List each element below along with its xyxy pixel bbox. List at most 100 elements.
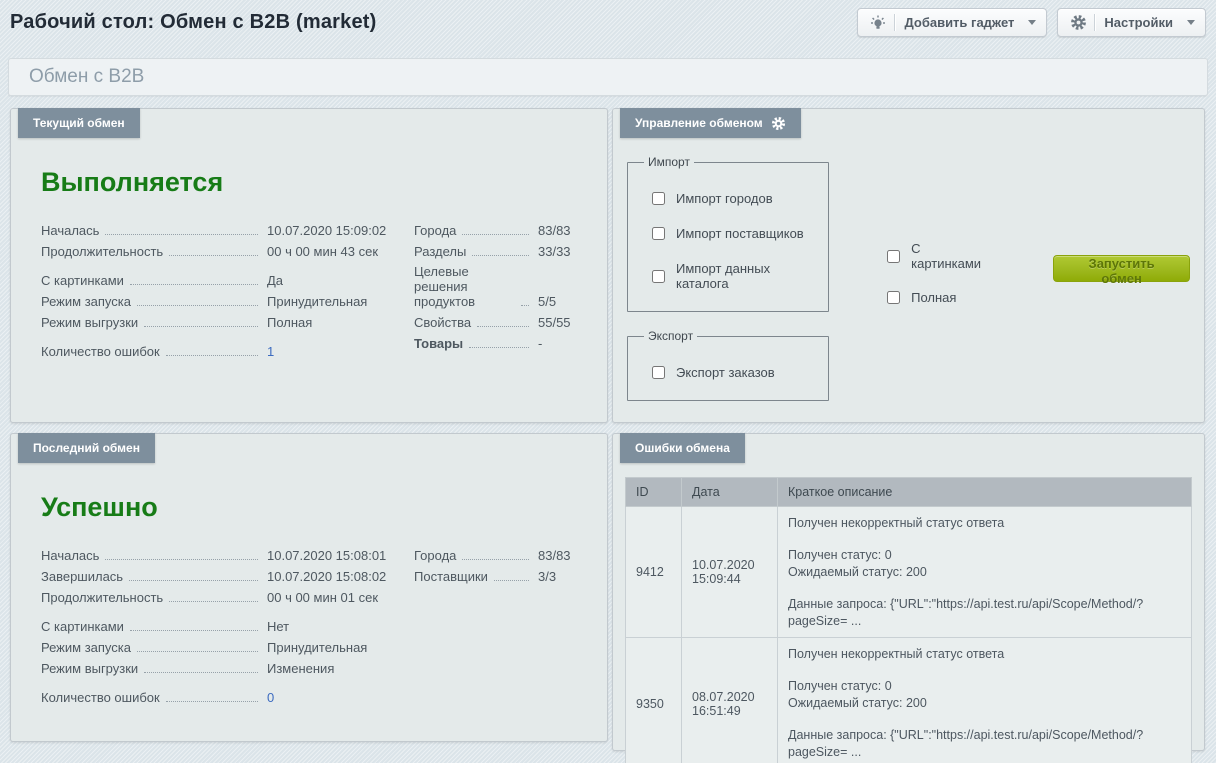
gadget-current-exchange: Текущий обмен Выполняется Началась 10.07…	[10, 108, 608, 423]
import-catalog-checkbox[interactable]	[652, 270, 665, 283]
detail-row: Режим запуска Принудительная	[41, 293, 414, 309]
page-title: Рабочий стол: Обмен с B2B (market)	[10, 8, 377, 34]
detail-row: Режим запуска Принудительная	[41, 639, 414, 655]
view-title-bar: Обмен с B2B	[8, 58, 1208, 96]
dotted-leader	[130, 284, 258, 285]
dotted-leader	[469, 347, 529, 348]
import-suppliers-checkbox[interactable]	[652, 227, 665, 240]
gadget-title: Управление обменом	[635, 116, 763, 130]
dotted-leader	[105, 559, 258, 560]
counter-row: Поставщики 3/3	[414, 568, 579, 584]
exchange-groups: Импорт Импорт городов Импорт поставщиков…	[627, 155, 829, 401]
detail-row: Режим выгрузки Полная	[41, 314, 414, 330]
checkbox-import-cities[interactable]: Импорт городов	[652, 191, 816, 206]
gadget-body: ID Дата Краткое описание 9412 10.07.2020…	[613, 464, 1204, 763]
dotted-leader	[477, 326, 529, 327]
checkbox-export-orders[interactable]: Экспорт заказов	[652, 365, 816, 380]
gadget-title: Последний обмен	[33, 441, 140, 455]
add-gadget-button[interactable]: Добавить гаджет	[857, 8, 1047, 37]
import-cities-checkbox[interactable]	[652, 192, 665, 205]
dotted-leader	[169, 601, 258, 602]
error-summary: Получен некорректный статус ответа	[788, 646, 1181, 663]
detail-row: Количество ошибок 1	[41, 343, 414, 359]
dotted-leader	[472, 255, 529, 256]
last-exchange-details: Началась 10.07.2020 15:08:01 Завершилась…	[41, 547, 414, 710]
column-header-id: ID	[626, 478, 682, 507]
dotted-leader	[166, 355, 258, 356]
run-exchange-button[interactable]: Запустить обмен	[1053, 255, 1190, 282]
error-description-cell: Получен некорректный статус ответа Получ…	[778, 638, 1192, 763]
error-description-cell: Получен некорректный статус ответа Получ…	[778, 507, 1192, 638]
settings-label: Настройки	[1104, 15, 1183, 30]
settings-button[interactable]: Настройки	[1057, 8, 1206, 37]
detail-row: Завершилась 10.07.2020 15:08:02	[41, 568, 414, 584]
error-status-expected: Ожидаемый статус: 200	[788, 695, 1181, 712]
error-status-received: Получен статус: 0	[788, 678, 1181, 695]
gadget-exchange-control: Управление обменом Импорт Импорт городов	[612, 108, 1205, 423]
dotted-leader	[462, 234, 529, 235]
error-count-link[interactable]: 0	[263, 690, 414, 705]
gadget-body: Успешно Началась 10.07.2020 15:08:01 Зав…	[11, 464, 607, 724]
dotted-leader	[521, 305, 529, 306]
full-checkbox[interactable]	[887, 291, 900, 304]
gadget-current-exchange-header[interactable]: Текущий обмен	[18, 108, 140, 138]
error-request-data: Данные запроса: {"URL":"https://api.test…	[788, 727, 1181, 761]
counter-row: Города 83/83	[414, 222, 579, 238]
detail-row: Продолжительность 00 ч 00 мин 43 сек	[41, 243, 414, 259]
dotted-leader	[169, 255, 258, 256]
errors-table-header-row: ID Дата Краткое описание	[626, 478, 1192, 507]
last-exchange-status: Успешно	[41, 492, 587, 523]
error-status-expected: Ожидаемый статус: 200	[788, 564, 1181, 581]
current-exchange-details: Началась 10.07.2020 15:09:02 Продолжител…	[41, 222, 414, 364]
counter-row: Целевые решения продуктов 5/5	[414, 264, 579, 309]
checkbox-import-catalog[interactable]: Импорт данных каталога	[652, 261, 816, 291]
export-group: Экспорт Экспорт заказов	[627, 329, 829, 401]
counter-row: Свойства 55/55	[414, 314, 579, 330]
error-id-cell: 9412	[626, 507, 682, 638]
error-date-cell: 08.07.2020 16:51:49	[682, 638, 778, 763]
error-summary: Получен некорректный статус ответа	[788, 515, 1181, 532]
checkbox-with-images[interactable]: С картинками	[887, 241, 987, 271]
error-table-row: 9412 10.07.2020 15:09:44 Получен некорре…	[626, 507, 1192, 638]
dotted-leader	[462, 559, 529, 560]
export-group-legend: Экспорт	[644, 329, 697, 343]
gadget-exchange-errors-header[interactable]: Ошибки обмена	[620, 433, 745, 463]
topbar: Рабочий стол: Обмен с B2B (market) Доб	[0, 0, 1216, 58]
button-divider	[894, 14, 895, 31]
error-request-data: Данные запроса: {"URL":"https://api.test…	[788, 596, 1181, 630]
counter-row: Города 83/83	[414, 547, 579, 563]
checkbox-import-suppliers[interactable]: Импорт поставщиков	[652, 226, 816, 241]
dotted-leader	[144, 326, 258, 327]
gadget-last-exchange-header[interactable]: Последний обмен	[18, 433, 155, 463]
export-orders-checkbox[interactable]	[652, 366, 665, 379]
topbar-buttons: Добавить гаджет Настройки	[857, 8, 1206, 37]
gadget-body: Выполняется Началась 10.07.2020 15:09:02…	[11, 139, 607, 378]
column-header-date: Дата	[682, 478, 778, 507]
error-table-row: 9350 08.07.2020 16:51:49 Получен некорре…	[626, 638, 1192, 763]
detail-row: Началась 10.07.2020 15:08:01	[41, 547, 414, 563]
dotted-leader	[137, 651, 258, 652]
run-button-area: Запустить обмен	[1053, 155, 1190, 401]
detail-row: Количество ошибок 0	[41, 689, 414, 705]
detail-row: С картинками Нет	[41, 618, 414, 634]
import-group: Импорт Импорт городов Импорт поставщиков…	[627, 155, 829, 312]
checkbox-full[interactable]: Полная	[887, 290, 987, 305]
dotted-leader	[105, 234, 258, 235]
detail-row: Режим выгрузки Изменения	[41, 660, 414, 676]
gadget-exchange-errors: Ошибки обмена ID Дата Краткое описание 9…	[612, 433, 1205, 751]
error-date-cell: 10.07.2020 15:09:44	[682, 507, 778, 638]
gadget-title: Ошибки обмена	[635, 441, 730, 455]
dotted-leader	[137, 305, 258, 306]
detail-row: Продолжительность 00 ч 00 мин 01 сек	[41, 589, 414, 605]
view-title: Обмен с B2B	[9, 66, 144, 88]
errors-table: ID Дата Краткое описание 9412 10.07.2020…	[625, 477, 1192, 763]
counter-row: Товары -	[414, 335, 579, 351]
dotted-leader	[144, 672, 258, 673]
error-status-received: Получен статус: 0	[788, 547, 1181, 564]
import-group-legend: Импорт	[644, 155, 694, 169]
gadget-exchange-control-header[interactable]: Управление обменом	[620, 108, 801, 138]
dotted-leader	[494, 580, 529, 581]
with-images-checkbox[interactable]	[887, 250, 900, 263]
error-count-link[interactable]: 1	[263, 344, 414, 359]
gadget-settings-gear-icon[interactable]	[771, 116, 786, 131]
